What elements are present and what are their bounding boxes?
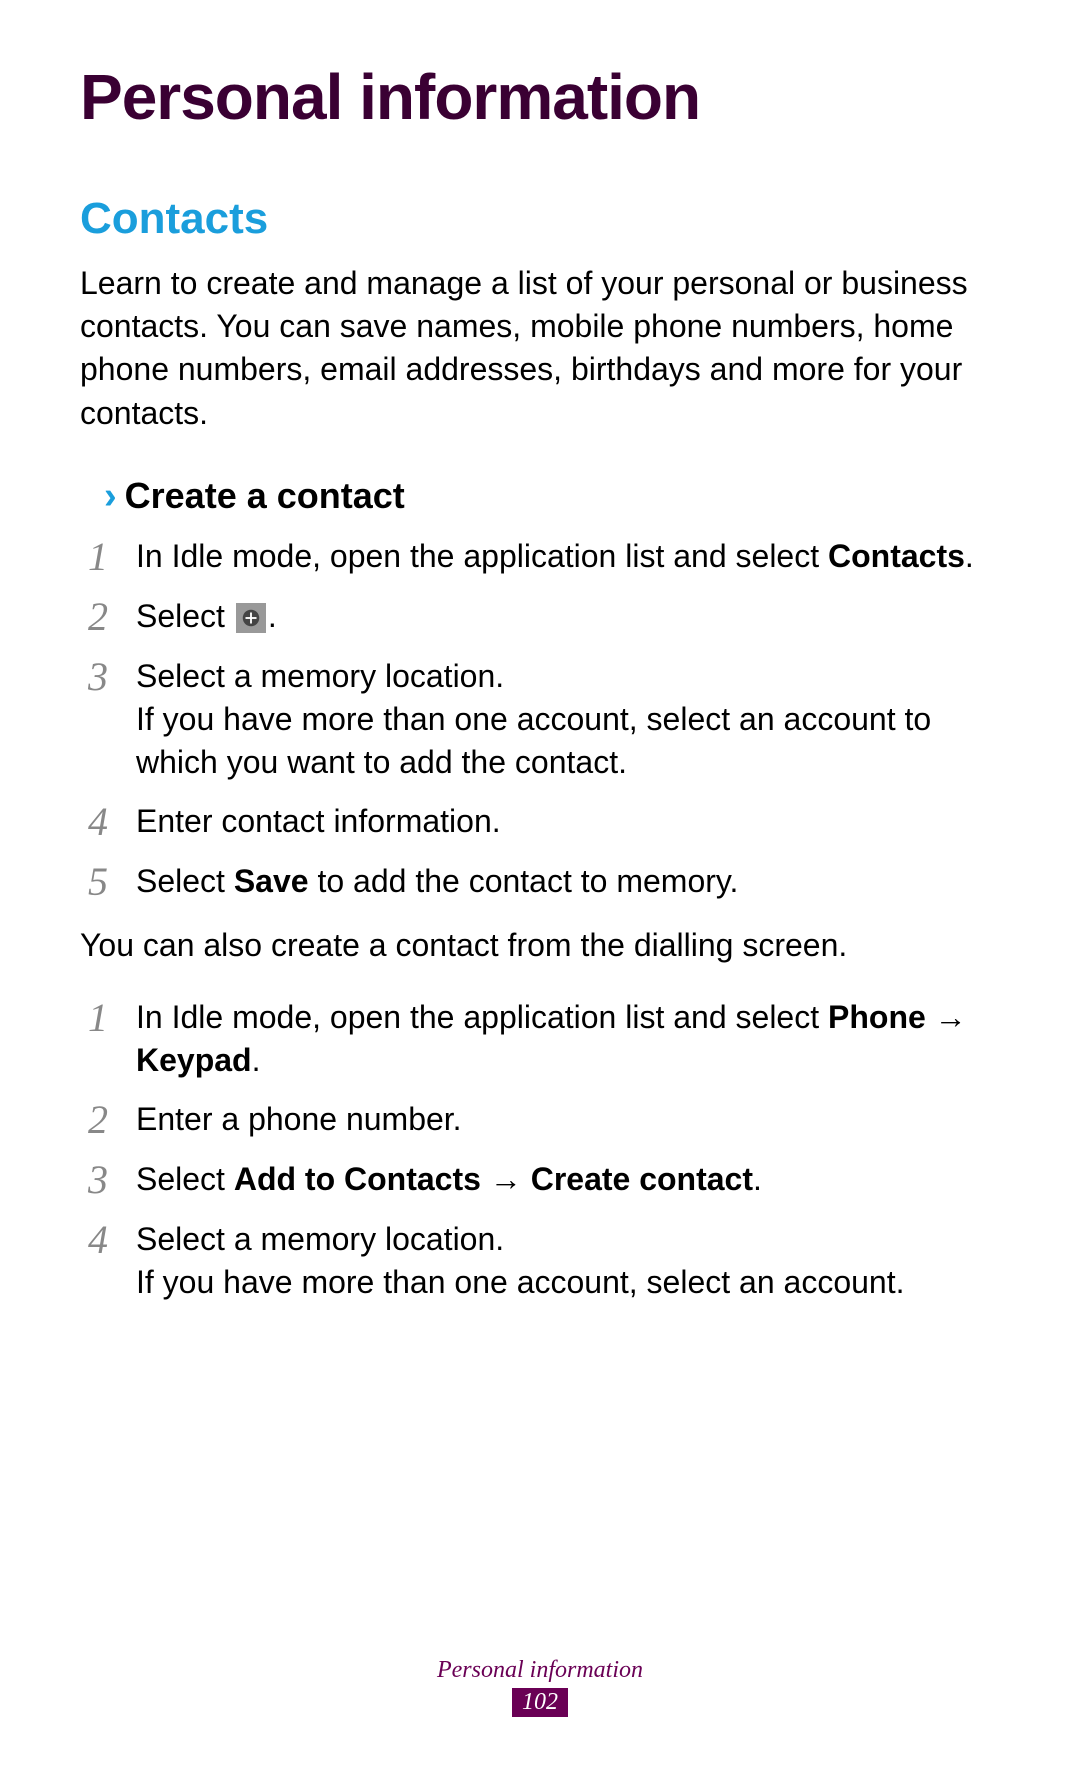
step-item: 2 Select . bbox=[80, 595, 1000, 639]
step-text: . bbox=[753, 1161, 762, 1197]
section-intro: Learn to create and manage a list of you… bbox=[80, 262, 1000, 435]
step-body: Enter contact information. bbox=[136, 800, 1000, 843]
steps-list-a: 1 In Idle mode, open the application lis… bbox=[80, 535, 1000, 905]
step-item: 5 Select Save to add the contact to memo… bbox=[80, 860, 1000, 904]
arrow-right-icon: → bbox=[926, 999, 967, 1035]
section-title-contacts: Contacts bbox=[80, 194, 1000, 244]
step-item: 1 In Idle mode, open the application lis… bbox=[80, 535, 1000, 579]
step-body: In Idle mode, open the application list … bbox=[136, 535, 1000, 578]
step-body: In Idle mode, open the application list … bbox=[136, 996, 1000, 1082]
manual-page: Personal information Contacts Learn to c… bbox=[0, 0, 1080, 1771]
step-item: 3 Select a memory location. If you have … bbox=[80, 655, 1000, 785]
step-number: 3 bbox=[80, 655, 136, 699]
step-number: 2 bbox=[80, 1098, 136, 1142]
step-number: 4 bbox=[80, 1218, 136, 1262]
step-number: 4 bbox=[80, 800, 136, 844]
step-body: Select . bbox=[136, 595, 1000, 638]
step-bold: Phone bbox=[828, 999, 926, 1035]
arrow-right-icon: → bbox=[481, 1161, 531, 1197]
step-text: Select bbox=[136, 598, 234, 634]
step-body: Select Add to Contacts → Create contact. bbox=[136, 1158, 1000, 1201]
step-number: 2 bbox=[80, 595, 136, 639]
step-text: . bbox=[268, 598, 277, 634]
step-text: Select a memory location. bbox=[136, 1221, 504, 1257]
step-text: Select bbox=[136, 1161, 234, 1197]
step-bold: Contacts bbox=[828, 538, 965, 574]
step-text: Select a memory location. bbox=[136, 658, 504, 694]
step-item: 3 Select Add to Contacts → Create contac… bbox=[80, 1158, 1000, 1202]
step-item: 1 In Idle mode, open the application lis… bbox=[80, 996, 1000, 1082]
step-number: 1 bbox=[80, 996, 136, 1040]
step-text: In Idle mode, open the application list … bbox=[136, 999, 828, 1035]
step-text: Enter contact information. bbox=[136, 803, 501, 839]
step-text: In Idle mode, open the application list … bbox=[136, 538, 828, 574]
step-item: 2 Enter a phone number. bbox=[80, 1098, 1000, 1142]
chapter-title: Personal information bbox=[80, 60, 1000, 134]
subsection-title: Create a contact bbox=[125, 475, 405, 517]
page-footer: Personal information 102 bbox=[0, 1657, 1080, 1717]
step-item: 4 Enter contact information. bbox=[80, 800, 1000, 844]
step-body: Select a memory location. If you have mo… bbox=[136, 655, 1000, 785]
subsection-create-contact: › Create a contact 1 In Idle mode, open … bbox=[80, 475, 1000, 1305]
subsection-heading: › Create a contact bbox=[104, 475, 1000, 517]
step-text: Enter a phone number. bbox=[136, 1101, 462, 1137]
step-text: . bbox=[252, 1042, 261, 1078]
step-text: . bbox=[965, 538, 974, 574]
page-number: 102 bbox=[512, 1688, 568, 1717]
step-text: to add the contact to memory. bbox=[309, 863, 739, 899]
step-number: 5 bbox=[80, 860, 136, 904]
step-text: If you have more than one account, selec… bbox=[136, 701, 931, 780]
step-body: Select a memory location. If you have mo… bbox=[136, 1218, 1000, 1304]
step-bold: Add to Contacts bbox=[234, 1161, 481, 1197]
step-bold: Save bbox=[234, 863, 309, 899]
footer-section-title: Personal information bbox=[0, 1657, 1080, 1684]
step-body: Select Save to add the contact to memory… bbox=[136, 860, 1000, 903]
plus-icon bbox=[236, 603, 266, 633]
step-bold: Create contact bbox=[531, 1161, 753, 1197]
step-text: If you have more than one account, selec… bbox=[136, 1264, 904, 1300]
step-body: Enter a phone number. bbox=[136, 1098, 1000, 1141]
chevron-right-icon: › bbox=[104, 477, 117, 515]
step-text: Select bbox=[136, 863, 234, 899]
note-paragraph: You can also create a contact from the d… bbox=[80, 924, 1000, 967]
steps-list-b: 1 In Idle mode, open the application lis… bbox=[80, 996, 1000, 1305]
step-bold: Keypad bbox=[136, 1042, 252, 1078]
step-number: 3 bbox=[80, 1158, 136, 1202]
step-number: 1 bbox=[80, 535, 136, 579]
step-item: 4 Select a memory location. If you have … bbox=[80, 1218, 1000, 1304]
